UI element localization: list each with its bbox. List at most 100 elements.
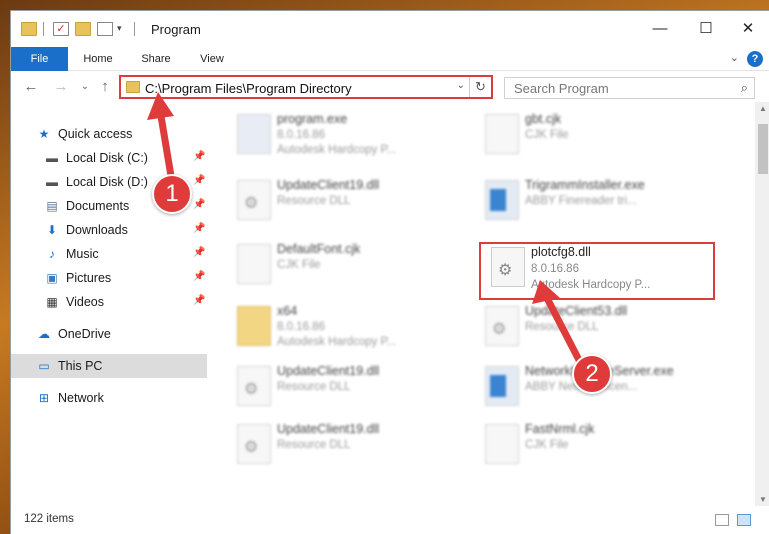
sidebar-item-label: Music — [66, 247, 99, 261]
music-icon: ♪ — [49, 247, 55, 261]
search-icon[interactable]: ⌕ — [741, 80, 748, 96]
address-row: ← → ⌄ ↑ C:\Program Files\Program Directo… — [11, 72, 769, 102]
file-item[interactable]: ⚙ UpdateClient19.dll Resource DLL — [229, 174, 459, 226]
dll-file-icon: ⚙ — [237, 424, 271, 464]
sidebar-item-label: Downloads — [66, 223, 128, 237]
sidebar-item-music[interactable]: ♪ Music 📌 — [11, 242, 207, 266]
dll-file-icon: ⚙ — [237, 180, 271, 220]
sidebar-item-label: Videos — [66, 295, 104, 309]
scroll-up-icon[interactable]: ▲ — [755, 104, 769, 113]
status-bar: 122 items — [11, 506, 769, 534]
pin-icon[interactable]: 📌 — [193, 223, 205, 234]
sidebar-item-quick-access[interactable]: ★ Quick access — [11, 122, 207, 146]
step-badge-2: 2 — [572, 354, 612, 394]
sidebar-item-onedrive[interactable]: ☁ OneDrive — [11, 322, 207, 346]
pin-icon[interactable]: 📌 — [193, 271, 205, 282]
sidebar-item-network[interactable]: ⊞ Network — [11, 386, 207, 410]
explorer-window: ✓ ▾ Program — ☐ ✕ File Home Share View ⌄… — [10, 10, 769, 534]
chevron-down-icon[interactable]: ⌄ — [457, 80, 465, 91]
file-item[interactable]: x64 8.0.16.86 Autodesk Hardcopy P... — [229, 300, 459, 352]
forward-arrow-icon[interactable]: → — [51, 77, 71, 97]
step-badge-1: 1 — [152, 174, 192, 214]
pin-icon[interactable]: 📌 — [193, 175, 205, 186]
file-name: x64 — [277, 304, 298, 318]
file-version: 8.0.16.86 — [277, 321, 325, 333]
pin-icon[interactable]: 📌 — [193, 199, 205, 210]
sidebar-item-label: Local Disk (C:) — [66, 151, 148, 165]
computer-icon: ▭ — [38, 359, 50, 373]
close-button[interactable]: ✕ — [725, 11, 769, 47]
network-icon: ⊞ — [38, 391, 50, 405]
file-description: ABBY Finereader tri... — [525, 195, 637, 207]
chevron-down-icon[interactable]: ▾ — [117, 23, 122, 34]
sidebar-item-label: Local Disk (D:) — [66, 175, 148, 189]
file-name: UpdateClient53.dll — [525, 304, 628, 318]
tab-share[interactable]: Share — [131, 47, 181, 71]
file-name: FastNrml.cjk — [525, 422, 595, 436]
large-icons-view-icon[interactable] — [737, 514, 751, 526]
search-input[interactable]: Search Program ⌕ — [504, 77, 755, 99]
download-icon: ⬇ — [46, 223, 58, 237]
address-path[interactable]: C:\Program Files\Program Directory — [145, 81, 352, 96]
help-icon[interactable]: ? — [747, 51, 763, 67]
documents-icon: ▤ — [46, 199, 58, 213]
folder-icon — [21, 22, 37, 36]
scroll-down-icon[interactable]: ▼ — [755, 495, 769, 504]
properties-icon[interactable]: ✓ — [53, 22, 69, 36]
file-icon — [485, 114, 519, 154]
file-item[interactable]: ⚙ UpdateClient19.dll Resource DLL — [229, 418, 459, 470]
file-item[interactable]: DefaultFont.cjk CJK File — [229, 238, 459, 290]
recent-locations-icon[interactable]: ⌄ — [75, 77, 95, 97]
sidebar-item-label: Quick access — [58, 127, 133, 141]
file-name: UpdateClient19.dll — [277, 364, 380, 378]
installer-icon — [485, 180, 519, 220]
pin-icon[interactable]: 📌 — [193, 295, 205, 306]
pin-icon[interactable]: 📌 — [193, 151, 205, 162]
tab-home[interactable]: Home — [73, 47, 123, 71]
dll-file-icon: ⚙ — [237, 366, 271, 406]
exe-file-icon — [485, 366, 519, 406]
file-item[interactable]: ⚙ UpdateClient53.dll Resource DLL — [477, 300, 707, 352]
file-item[interactable]: program.exe 8.0.16.86 Autodesk Hardcopy … — [229, 108, 459, 160]
search-placeholder: Search Program — [514, 81, 609, 96]
sidebar-item-pictures[interactable]: ▣ Pictures 📌 — [11, 266, 207, 290]
sidebar-item-label: Documents — [66, 199, 130, 213]
file-item[interactable]: FastNrml.cjk CJK File — [477, 418, 707, 470]
file-type: CJK File — [525, 129, 569, 141]
sidebar-item-downloads[interactable]: ⬇ Downloads 📌 — [11, 218, 207, 242]
pin-icon[interactable]: 📌 — [193, 247, 205, 258]
file-item[interactable]: TrigrammInstaller.exe ABBY Finereader tr… — [477, 174, 707, 226]
sidebar-item-local-disk-c[interactable]: ▬ Local Disk (C:) 📌 — [11, 146, 207, 170]
address-bar[interactable]: C:\Program Files\Program Directory ⌄ ↻ — [119, 75, 493, 99]
file-icon — [237, 244, 271, 284]
refresh-icon[interactable]: ↻ — [469, 77, 491, 97]
tab-view[interactable]: View — [187, 47, 237, 71]
file-type: CJK File — [277, 259, 321, 271]
sidebar-item-videos[interactable]: ▦ Videos 📌 — [11, 290, 207, 314]
file-item[interactable]: ⚙ UpdateClient19.dll Resource DLL — [229, 360, 459, 412]
details-view-icon[interactable] — [715, 514, 729, 526]
up-arrow-icon[interactable]: ↑ — [95, 77, 115, 97]
new-folder-icon[interactable] — [75, 22, 91, 36]
expand-ribbon-icon[interactable]: ⌄ — [730, 51, 739, 64]
customize-toolbar-icon[interactable] — [97, 22, 113, 36]
sidebar-item-label: This PC — [58, 359, 103, 373]
sidebar-item-label: OneDrive — [58, 327, 111, 341]
file-type: Resource DLL — [525, 321, 599, 333]
tab-file[interactable]: File — [11, 47, 68, 71]
gear-icon: ⚙ — [244, 195, 259, 212]
file-type: Resource DLL — [277, 439, 351, 451]
back-arrow-icon[interactable]: ← — [21, 77, 41, 97]
scrollbar-thumb[interactable] — [758, 124, 768, 174]
file-icon — [485, 424, 519, 464]
file-item[interactable]: gbt.cjk CJK File — [477, 108, 707, 160]
maximize-button[interactable]: ☐ — [683, 11, 729, 47]
minimize-button[interactable]: — — [637, 11, 683, 47]
sidebar-item-this-pc[interactable]: ▭ This PC — [11, 354, 207, 378]
dll-file-icon: ⚙ — [485, 306, 519, 346]
file-name: DefaultFont.cjk — [277, 242, 361, 256]
vertical-scrollbar[interactable]: ▲ ▼ — [755, 102, 769, 506]
folder-icon — [237, 306, 271, 346]
navigation-pane: ★ Quick access ▬ Local Disk (C:) 📌 ▬ Loc… — [11, 102, 207, 506]
file-description: Autodesk Hardcopy P... — [277, 336, 397, 348]
